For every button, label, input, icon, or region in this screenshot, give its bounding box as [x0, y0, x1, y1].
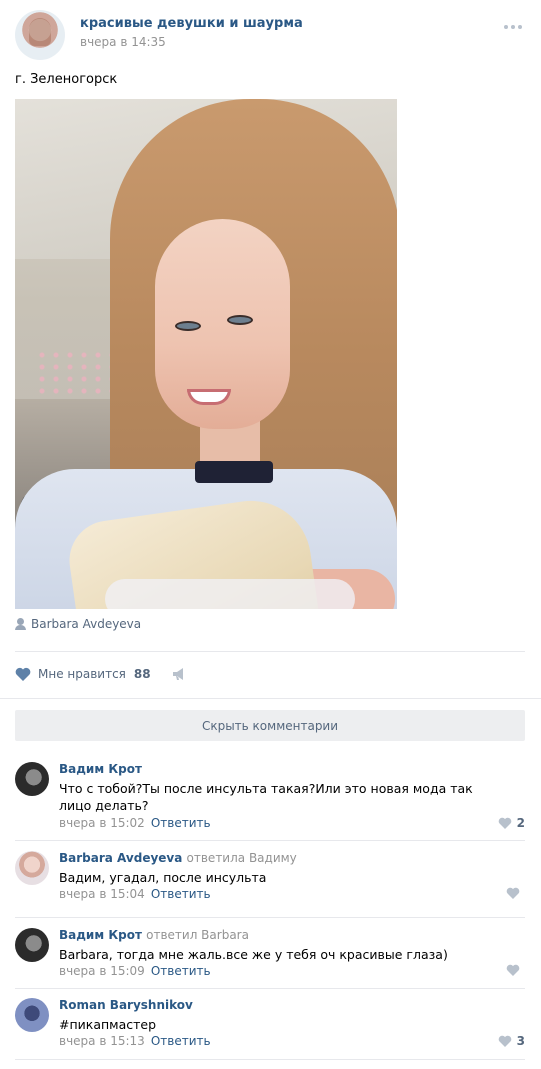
group-name-link[interactable]: красивые девушки и шаурма	[80, 16, 303, 31]
comment-avatar[interactable]	[15, 928, 49, 962]
comment-avatar[interactable]	[15, 762, 49, 796]
comment-time[interactable]: вчера в 15:04	[59, 887, 145, 901]
photo-author-name[interactable]: Barbara Avdeyeva	[31, 617, 141, 631]
divider	[15, 1059, 525, 1060]
divider	[15, 917, 525, 918]
comment-author[interactable]: Barbara Avdeyeva	[59, 851, 182, 865]
post-text: г. Зеленогорск	[15, 72, 118, 87]
heart-icon	[498, 817, 511, 829]
comment-text: #пикапмастер	[59, 1017, 157, 1032]
divider	[15, 651, 525, 652]
reply-to-label[interactable]: ответил Barbara	[146, 928, 249, 942]
comment-like[interactable]	[506, 964, 525, 976]
like-count[interactable]: 88	[134, 667, 151, 681]
comment-text: Что с тобой?Ты после инсульта такая?Или …	[59, 781, 473, 813]
likes-bar: Мне нравится 88	[15, 664, 187, 684]
comment-text: Barbara, тогда мне жаль.все же у тебя оч…	[59, 947, 448, 962]
post-timestamp[interactable]: вчера в 14:35	[80, 35, 166, 49]
heart-icon[interactable]	[15, 667, 31, 681]
heart-icon	[506, 887, 520, 899]
comment-item: Barbara Avdeyeva ответила Вадиму Вадим, …	[15, 851, 525, 901]
comment-like-count: 2	[516, 816, 525, 830]
comment-like[interactable]	[506, 887, 525, 899]
comment-time[interactable]: вчера в 15:09	[59, 964, 145, 978]
comment-like[interactable]: 3	[498, 1034, 525, 1048]
heart-icon	[498, 1035, 511, 1047]
divider	[15, 840, 525, 841]
comment-author[interactable]: Roman Baryshnikov	[59, 998, 193, 1012]
reply-link[interactable]: Ответить	[151, 1034, 211, 1048]
photo-author[interactable]: Barbara Avdeyeva	[15, 617, 141, 631]
comment-item: Вадим Крот Что с тобой?Ты после инсульта…	[15, 762, 525, 832]
reply-link[interactable]: Ответить	[151, 816, 211, 830]
reply-link[interactable]: Ответить	[151, 887, 211, 901]
comment-avatar[interactable]	[15, 998, 49, 1032]
comment-item: Вадим Крот ответил Barbara Barbara, тогд…	[15, 928, 525, 978]
comment-time[interactable]: вчера в 15:13	[59, 1034, 145, 1048]
heart-icon	[506, 964, 520, 976]
hide-comments-button[interactable]: Скрыть комментарии	[15, 710, 525, 741]
comment-item: Roman Baryshnikov #пикапмастер вчера в 1…	[15, 998, 525, 1050]
post-photo[interactable]	[15, 99, 397, 609]
person-icon	[15, 618, 26, 630]
reply-link[interactable]: Ответить	[151, 964, 211, 978]
like-button-label[interactable]: Мне нравится	[38, 667, 126, 681]
comment-avatar[interactable]	[15, 851, 49, 885]
comment-text: Вадим, угадал, после инсульта	[59, 870, 267, 885]
divider	[0, 698, 541, 699]
group-avatar[interactable]	[15, 10, 65, 60]
comment-author[interactable]: Вадим Крот	[59, 928, 142, 942]
reply-to-label[interactable]: ответила Вадиму	[187, 851, 297, 865]
comment-time[interactable]: вчера в 15:02	[59, 816, 145, 830]
comment-author[interactable]: Вадим Крот	[59, 762, 142, 776]
share-megaphone-icon[interactable]	[171, 667, 187, 681]
post-header: красивые девушки и шаурма вчера в 14:35	[15, 10, 527, 60]
more-options-icon[interactable]	[504, 22, 524, 32]
comment-like-count: 3	[516, 1034, 525, 1048]
comment-like[interactable]: 2	[498, 816, 525, 830]
divider	[15, 988, 525, 989]
